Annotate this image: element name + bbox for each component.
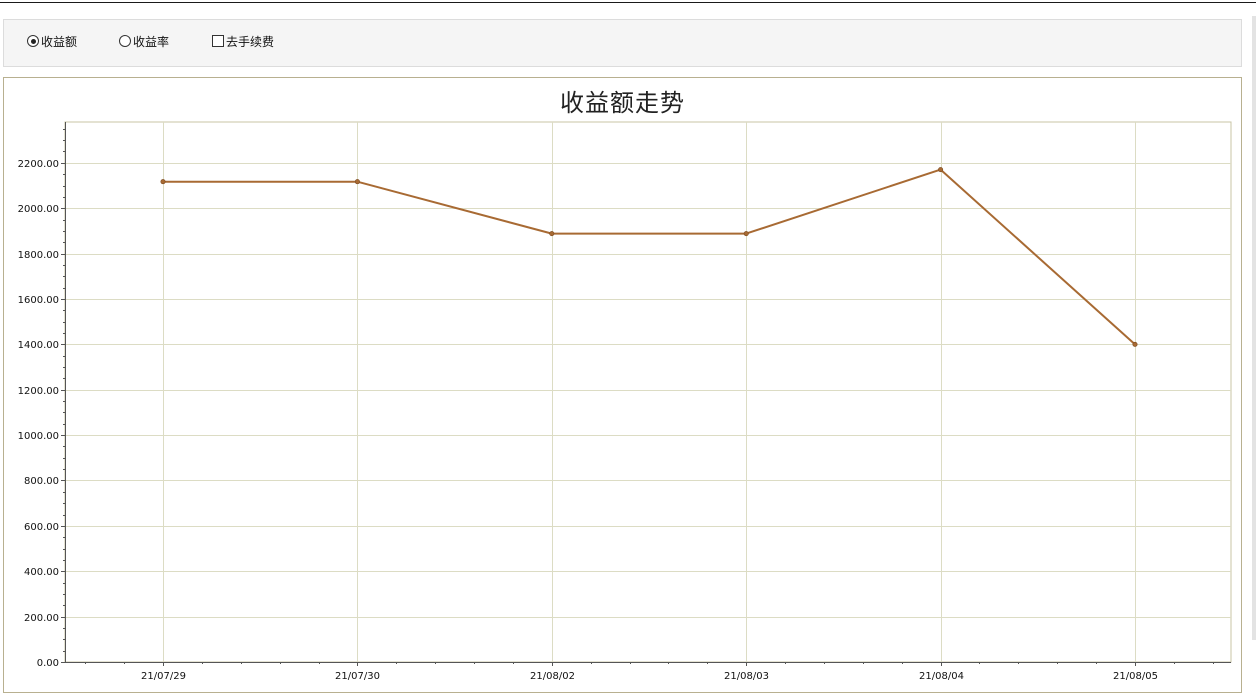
chart-panel: 收益额走势 0.00 200.00 400.00 600.00 800.00 1000.0… (3, 77, 1242, 693)
y-tick-label: 1800.00 (18, 250, 59, 261)
data-point (743, 231, 749, 237)
radio-rate[interactable]: 收益率 (119, 33, 169, 49)
radio-amount-label[interactable]: 收益额 (41, 33, 77, 50)
x-tick-label: 21/07/30 (335, 671, 380, 682)
data-point (1132, 341, 1138, 347)
radio-rate-label[interactable]: 收益率 (133, 33, 169, 50)
data-point (354, 179, 360, 185)
y-tick-label: 1600.00 (18, 295, 59, 306)
y-tick-label: 2000.00 (18, 204, 59, 215)
x-tick-label: 21/08/02 (530, 671, 575, 682)
data-point (160, 179, 166, 185)
radio-rate-circle[interactable] (119, 35, 131, 47)
data-point (549, 231, 555, 237)
x-tick-label: 21/07/29 (141, 671, 186, 682)
y-tick-label: 2200.00 (18, 159, 59, 170)
y-tick-label: 1400.00 (18, 340, 59, 351)
series-line (163, 168, 1136, 346)
y-tick-label: 1000.00 (18, 431, 59, 442)
x-tick-label: 21/08/04 (919, 671, 964, 682)
line-chart: 0.00 200.00 400.00 600.00 800.00 1000.00 1200.… (18, 121, 1232, 682)
data-point (938, 167, 944, 173)
fee-checkbox-box[interactable] (212, 35, 224, 47)
y-tick-label: 200.00 (24, 613, 59, 624)
scrollbar[interactable] (1252, 16, 1256, 640)
radio-amount[interactable]: 收益额 (27, 33, 77, 49)
y-tick-label: 400.00 (24, 567, 59, 578)
radio-amount-circle[interactable] (27, 35, 39, 47)
y-tick-label: 1200.00 (18, 386, 59, 397)
plot-area-border (64, 121, 1232, 663)
fee-checkbox-label[interactable]: 去手续费 (226, 33, 274, 50)
x-tick-label: 21/08/05 (1113, 671, 1158, 682)
fee-checkbox[interactable]: 去手续费 (212, 33, 274, 49)
y-tick-label: 600.00 (24, 522, 59, 533)
option-toolbar: 收益额 收益率 去手续费 (3, 19, 1242, 67)
y-tick-label: 0.00 (37, 658, 59, 669)
y-tick-label: 800.00 (24, 476, 59, 487)
top-border-line (0, 2, 1256, 3)
x-tick-label: 21/08/03 (724, 671, 769, 682)
